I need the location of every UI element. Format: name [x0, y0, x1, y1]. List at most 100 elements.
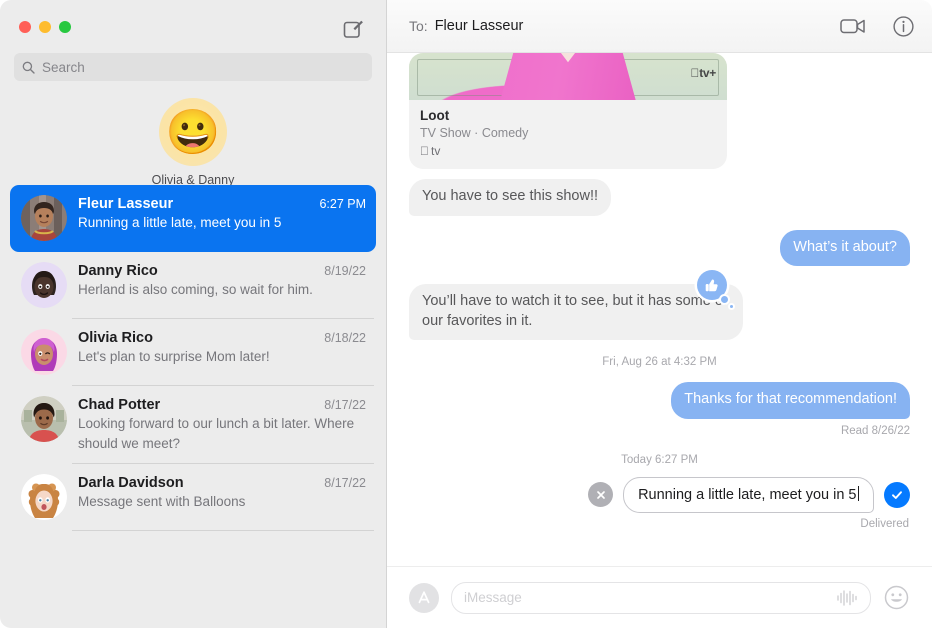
avatar	[21, 396, 67, 442]
link-preview-card[interactable]: tv+ Loot TV Show · Comedy  tv	[409, 53, 727, 169]
pinned-conversation-olivia-danny[interactable]: 😀 Olivia & Danny	[152, 98, 234, 187]
audio-waveform-icon[interactable]	[836, 589, 858, 606]
conversation-date: 8/17/22	[324, 476, 366, 491]
memoji-icon	[21, 474, 67, 521]
conversation-preview: Looking forward to our lunch a bit later…	[78, 416, 355, 451]
checkmark-icon	[892, 491, 902, 499]
message-bubble-outgoing[interactable]: Thanks for that recommendation!	[671, 382, 910, 419]
conversation-content: Darla Davidson 8/17/22 Message sent with…	[78, 474, 366, 520]
conversation-top-row: Olivia Rico 8/18/22	[78, 330, 366, 346]
video-camera-icon	[840, 19, 865, 34]
conversation-list[interactable]: Fleur Lasseur 6:27 PM Running a little l…	[0, 185, 386, 628]
conversation-date: 6:27 PM	[319, 197, 366, 211]
conversation-preview: Let's plan to surprise Mom later!	[78, 349, 270, 364]
compose-bar: iMessage	[387, 566, 932, 628]
conversation-row-fleur-lasseur[interactable]: Fleur Lasseur 6:27 PM Running a little l…	[10, 185, 376, 252]
imessage-placeholder: iMessage	[464, 590, 522, 605]
conversation-preview: Herland is also coming, so wait for him.	[78, 282, 313, 297]
maximize-window-button[interactable]	[59, 21, 71, 33]
conversation-info-button[interactable]	[893, 15, 914, 37]
text-cursor	[857, 485, 859, 501]
apple-logo-icon: 	[420, 144, 429, 158]
delivery-status: Delivered	[860, 517, 909, 530]
edit-message-input[interactable]: Running a little late, meet you in 5	[623, 476, 874, 513]
contact-photo-icon	[21, 396, 67, 442]
conversation-date: 8/19/22	[324, 264, 366, 278]
messages-window: Search 😀 Olivia & Danny Fleur Lasseur 6:…	[0, 0, 932, 628]
conversation-date: 8/18/22	[324, 331, 366, 345]
conversation-date: 8/17/22	[324, 398, 366, 412]
tapback-dot-small	[729, 304, 733, 309]
message-bubble-incoming[interactable]: You’ll have to watch it to see, but it h…	[409, 284, 743, 341]
emoji-picker-button[interactable]	[883, 584, 910, 611]
tv-plus-text: tv+	[699, 66, 716, 80]
avatar: 😀	[159, 98, 227, 166]
grinning-face-icon: 😀	[165, 107, 221, 157]
chat-pane: To: Fleur Lasseur tv+ Loot TV Show · Com…	[387, 0, 932, 628]
link-preview-thumbnail: tv+	[409, 53, 727, 100]
avatar	[21, 195, 67, 241]
conversation-name: Danny Rico	[78, 263, 158, 279]
message-timestamp: Fri, Aug 26 at 4:32 PM	[602, 356, 717, 369]
cancel-edit-button[interactable]	[588, 482, 614, 508]
avatar	[21, 329, 67, 375]
read-receipt: Read 8/26/22	[840, 424, 910, 437]
link-preview-title: Loot	[420, 108, 450, 123]
memoji-icon	[21, 329, 67, 375]
link-preview-app-name: tv	[422, 144, 440, 158]
message-bubble-outgoing[interactable]: What’s it about?	[780, 229, 910, 267]
message-row: You have to see this show!!	[409, 179, 910, 216]
conversation-top-row: Fleur Lasseur 6:27 PM	[78, 196, 366, 212]
avatar	[21, 262, 67, 308]
conversation-name: Chad Potter	[78, 397, 161, 413]
tapback-thumbs-up[interactable]	[697, 270, 733, 309]
facetime-button[interactable]	[840, 17, 866, 35]
thumbs-up-icon	[705, 279, 718, 292]
memoji-icon	[21, 262, 67, 308]
sidebar: Search 😀 Olivia & Danny Fleur Lasseur 6:…	[0, 0, 387, 628]
compose-pencil-icon	[343, 20, 363, 38]
conversation-top-row: Danny Rico 8/19/22	[78, 263, 366, 279]
recipient-name[interactable]: Fleur Lasseur	[435, 18, 524, 34]
imessage-input[interactable]: iMessage	[451, 581, 871, 614]
search-container: Search	[0, 53, 386, 81]
message-row: You’ll have to watch it to see, but it h…	[409, 270, 910, 341]
minimize-window-button[interactable]	[39, 21, 51, 33]
traffic-lights	[19, 21, 71, 33]
sidebar-titlebar	[0, 0, 386, 53]
edit-message-text: Running a little late, meet you in 5	[638, 486, 857, 503]
info-circle-icon	[893, 15, 914, 37]
avatar	[21, 474, 67, 521]
message-timestamp: Today 6:27 PM	[621, 453, 698, 466]
search-placeholder: Search	[42, 59, 85, 75]
conversation-row-darla-davidson[interactable]: Darla Davidson 8/17/22 Message sent with…	[10, 464, 376, 532]
message-thread[interactable]: tv+ Loot TV Show · Comedy  tv You have…	[387, 53, 932, 566]
edit-message-row: Running a little late, meet you in 5	[409, 476, 910, 513]
message-row: Thanks for that recommendation!	[409, 382, 910, 419]
apps-button[interactable]	[409, 582, 439, 613]
conversation-name: Darla Davidson	[78, 475, 184, 492]
conversation-content: Olivia Rico 8/18/22 Let's plan to surpri…	[78, 329, 366, 375]
confirm-edit-button[interactable]	[884, 481, 910, 508]
conversation-preview: Message sent with Balloons	[78, 494, 246, 510]
conversation-name: Fleur Lasseur	[78, 196, 174, 212]
compose-new-message-button[interactable]	[340, 16, 366, 42]
chat-header: To: Fleur Lasseur	[387, 0, 932, 53]
contact-photo-icon	[21, 195, 67, 241]
conversation-row-chad-potter[interactable]: Chad Potter 8/17/22 Looking forward to o…	[10, 386, 376, 465]
link-preview-meta: Loot TV Show · Comedy  tv	[409, 100, 727, 169]
message-bubble-incoming[interactable]: You have to see this show!!	[409, 179, 611, 216]
close-window-button[interactable]	[19, 21, 31, 33]
message-row: What’s it about?	[409, 229, 910, 267]
search-input[interactable]: Search	[14, 53, 372, 81]
conversation-content: Fleur Lasseur 6:27 PM Running a little l…	[78, 195, 366, 241]
conversation-content: Danny Rico 8/19/22 Herland is also comin…	[78, 262, 366, 308]
apple-tv-plus-watermark: tv+	[691, 66, 717, 80]
conversation-preview: Running a little late, meet you in 5	[78, 215, 282, 230]
conversation-row-olivia-rico[interactable]: Olivia Rico 8/18/22 Let's plan to surpri…	[10, 319, 376, 386]
conversation-row-danny-rico[interactable]: Danny Rico 8/19/22 Herland is also comin…	[10, 252, 376, 319]
smiley-face-icon	[884, 585, 909, 610]
